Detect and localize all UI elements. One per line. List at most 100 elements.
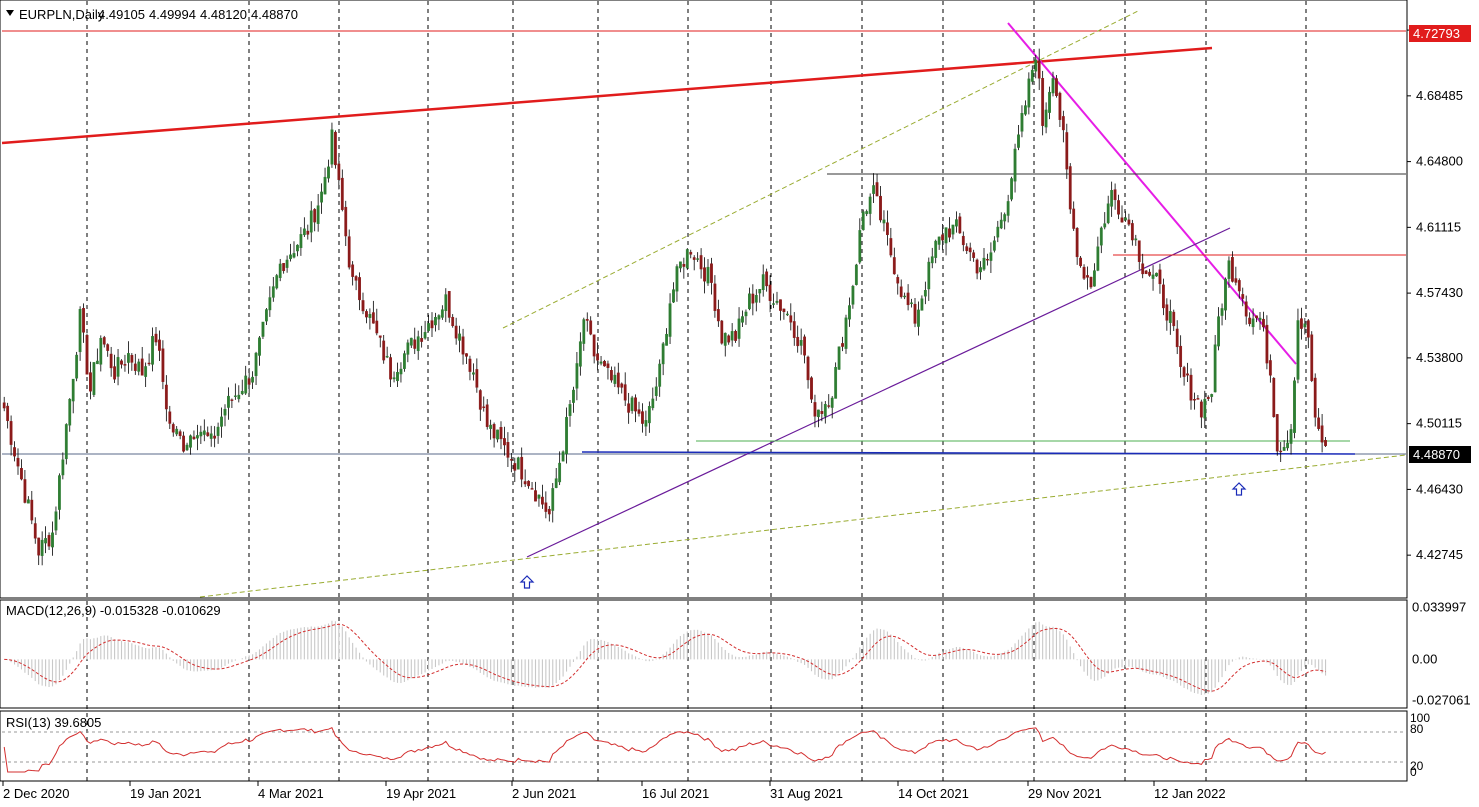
time-tick-label: 4 Mar 2021 [258, 786, 324, 801]
candle-body [572, 389, 575, 403]
candle-body [382, 340, 386, 361]
candle-body [1313, 377, 1317, 418]
candle [810, 376, 813, 404]
candle-body [102, 337, 106, 345]
candle-body [527, 480, 531, 487]
candle [561, 450, 565, 462]
candle-body [1227, 260, 1231, 279]
candle-body [54, 511, 58, 531]
candle-body [109, 353, 113, 369]
candle-body [782, 308, 786, 313]
candle-body [1217, 316, 1221, 347]
candle-body [1158, 269, 1162, 285]
rsi-label: RSI(13) 39.6805 [6, 715, 101, 730]
candle-body [1075, 227, 1079, 258]
candle-body [692, 257, 696, 260]
candle-body [509, 459, 513, 461]
candle-body [409, 337, 413, 346]
candle-body [706, 266, 710, 284]
candle [516, 456, 520, 470]
candle-body [430, 320, 434, 329]
price-tick-label: 4.53800 [1416, 350, 1463, 365]
candle-body [292, 253, 296, 258]
symbol-label[interactable]: EURPLN,Daily [19, 7, 105, 22]
candle-body [485, 404, 489, 427]
candle-body [1051, 78, 1055, 94]
candle [1293, 377, 1296, 439]
candle-body [637, 409, 641, 414]
candle-body [71, 378, 75, 402]
candle-body [51, 532, 54, 548]
candle-body [475, 369, 479, 388]
candle-body [1058, 92, 1062, 120]
candle-body [358, 277, 361, 301]
candle-body [937, 236, 941, 245]
candle-body [565, 416, 568, 455]
candle-body [199, 431, 203, 437]
candle-body [316, 205, 320, 224]
candle-body [82, 308, 85, 333]
candle-body [1113, 189, 1117, 201]
rsi-tick-label: 0 [1410, 765, 1417, 779]
candle-body [810, 377, 813, 400]
candle-body [116, 357, 120, 377]
candle-body [1082, 266, 1086, 279]
candle-body [265, 309, 268, 322]
candle-body [499, 427, 503, 440]
ohlc-high: 4.49994 [149, 7, 196, 22]
candle-body [468, 358, 472, 372]
candle-body [568, 404, 572, 416]
candle-body [872, 185, 876, 194]
candle-body [20, 468, 23, 480]
candle-body [520, 456, 524, 480]
candle-body [748, 293, 751, 310]
candle-body [1037, 60, 1041, 79]
candle-body [779, 299, 782, 311]
candle-body [440, 309, 444, 318]
candle-body [661, 343, 665, 365]
candle-body [309, 210, 313, 233]
candle-body [1289, 429, 1293, 444]
candle-body [913, 303, 917, 324]
candle-body [230, 399, 234, 401]
candle-body [1086, 275, 1089, 278]
candle [1068, 163, 1072, 214]
candle-body [606, 363, 610, 368]
candle-body [416, 336, 420, 352]
time-tick-label: 16 Jul 2021 [642, 786, 709, 801]
candle-body [920, 298, 924, 311]
candle-body [1186, 373, 1189, 376]
candle-body [951, 224, 955, 235]
candle-body [796, 336, 800, 347]
candle-body [1048, 91, 1051, 113]
candle-body [868, 196, 872, 214]
candle-body [613, 374, 617, 384]
candle-body [151, 336, 154, 365]
candle-body [986, 258, 989, 261]
candle-body [734, 331, 738, 341]
candle-body [1120, 217, 1124, 223]
macd-tick-label: 0.00 [1412, 651, 1437, 666]
candle-body [544, 502, 548, 512]
candle-body [1172, 311, 1176, 327]
red-level-value: 4.72793 [1413, 26, 1460, 41]
candle-body [313, 209, 317, 223]
candle-body [1165, 304, 1169, 321]
candle-body [1127, 219, 1131, 225]
candle-body [1103, 223, 1107, 228]
price-tag-current: 4.48870 [1409, 446, 1471, 463]
candle-body [610, 370, 613, 381]
candle-body [1023, 105, 1027, 115]
candle-body [996, 226, 1000, 238]
candle-body [561, 451, 565, 462]
candle-body [861, 211, 865, 231]
candle-body [775, 300, 779, 303]
candle-body [1179, 345, 1183, 367]
time-tick-label: 12 Jan 2022 [1154, 786, 1226, 801]
candle-body [582, 319, 586, 344]
candle-body [578, 341, 582, 367]
candle-body [923, 290, 927, 297]
candle-body [85, 335, 89, 375]
candle-body [240, 390, 244, 395]
candle-body [399, 368, 403, 375]
